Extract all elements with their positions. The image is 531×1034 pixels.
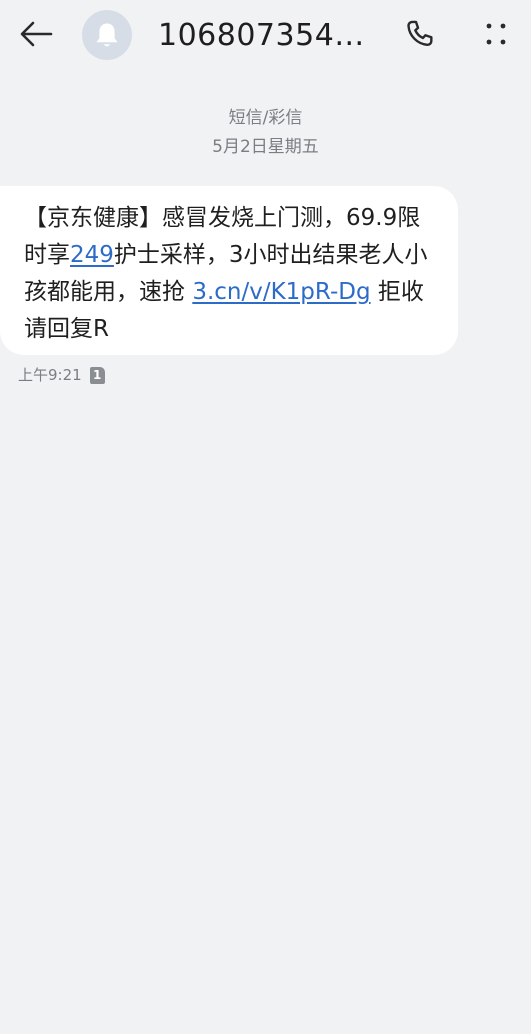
message-text: 【京东健康】感冒发烧上门测，69.9限时享249护士采样，3小时出结果老人小孩都… xyxy=(24,200,432,348)
more-options-button[interactable] xyxy=(474,12,518,56)
number-link[interactable]: 249 xyxy=(70,242,114,268)
message-date-label: 5月2日星期五 xyxy=(212,137,319,157)
conversation-header: 1068073547... xyxy=(0,0,531,72)
sim-card-icon: 1 xyxy=(89,366,105,384)
phone-icon xyxy=(407,20,433,46)
url-link[interactable]: 3.cn/v/K1pR-Dg xyxy=(192,279,370,305)
call-button[interactable] xyxy=(398,14,442,54)
arrow-left-icon xyxy=(20,21,53,47)
more-vertical-icon xyxy=(486,23,506,45)
message-footer: 上午9:21 1 xyxy=(18,364,105,386)
message-time: 上午9:21 xyxy=(18,366,82,384)
bell-icon xyxy=(96,23,118,47)
conversation-meta: 短信/彩信 5月2日星期五 xyxy=(0,104,531,162)
message-type-label: 短信/彩信 xyxy=(228,108,303,128)
back-button[interactable] xyxy=(14,14,58,54)
contact-title: 1068073547... xyxy=(158,18,383,53)
message-bubble[interactable]: 【京东健康】感冒发烧上门测，69.9限时享249护士采样，3小时出结果老人小孩都… xyxy=(0,186,458,355)
avatar[interactable] xyxy=(82,10,132,60)
messaging-app: 1068073547... 短信/彩信 5月2日星期五 【京东健康】感冒发烧上门… xyxy=(0,0,531,1034)
